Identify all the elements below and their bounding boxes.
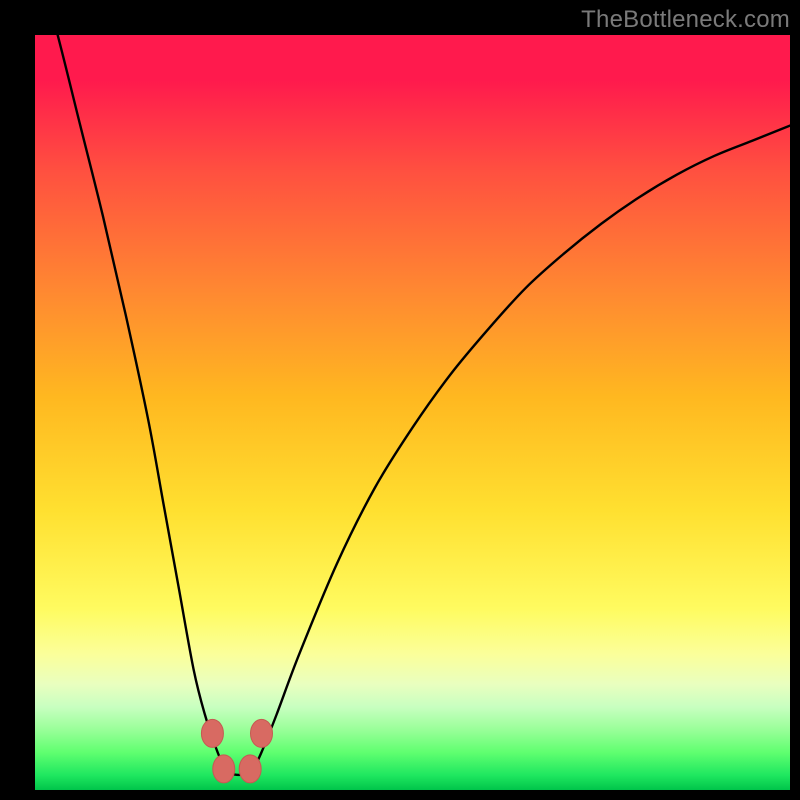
- plot-area: [35, 35, 790, 790]
- watermark-text: TheBottleneck.com: [581, 6, 790, 34]
- curve-marker: [239, 755, 261, 783]
- bottleneck-curve: [35, 35, 790, 775]
- curve-marker: [213, 755, 235, 783]
- curve-marker: [251, 719, 273, 747]
- curve-layer: [35, 35, 790, 790]
- curve-marker: [201, 719, 223, 747]
- chart-frame: TheBottleneck.com: [0, 0, 800, 800]
